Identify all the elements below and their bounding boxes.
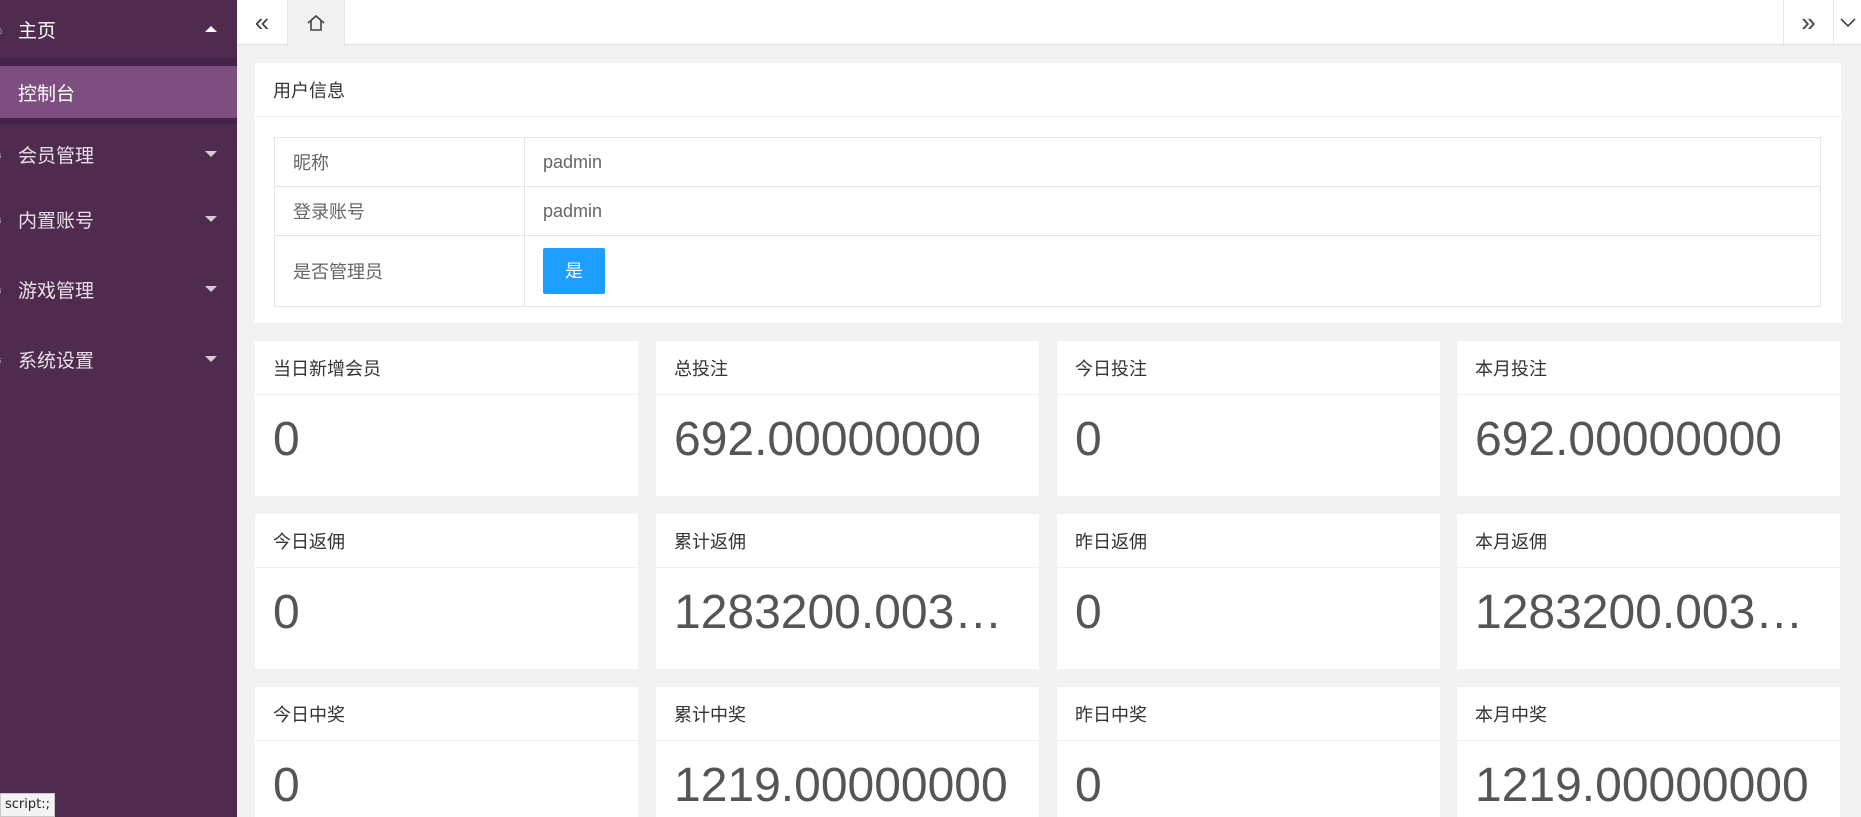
stat-card: 总投注 692.00000000 (656, 341, 1039, 496)
row-label: 昵称 (274, 137, 525, 187)
user-info-table: 昵称 padmin 登录账号 padmin 是否管理员 是 (274, 137, 1821, 307)
caret-down-icon (205, 286, 217, 292)
sidebar-item-settings[interactable]: ♁ 系统设置 (0, 324, 237, 394)
stat-card: 今日返佣 0 (255, 514, 638, 669)
sidebar-subitem-label: 控制台 (18, 83, 76, 105)
caret-down-icon (205, 356, 217, 362)
sidebar-item-label: 会员管理 (18, 145, 95, 167)
stat-label: 本月返佣 (1457, 514, 1840, 568)
sidebar-item-label: 内置账号 (18, 210, 95, 232)
stat-label: 本月投注 (1457, 341, 1840, 395)
scroll-tabs-left-button[interactable]: « (237, 0, 287, 45)
stat-card: 昨日中奖 0 (1057, 687, 1440, 817)
users-icon: ♁ (0, 212, 8, 226)
table-row: 登录账号 padmin (274, 186, 1821, 236)
tab-bar: « » (237, 0, 1861, 45)
tab-home[interactable] (287, 0, 345, 45)
tab-menu-button[interactable] (1833, 0, 1861, 45)
stat-value: 692.00000000 (1475, 413, 1782, 466)
stat-value: 0 (273, 759, 300, 812)
scroll-tabs-right-button[interactable]: » (1783, 0, 1833, 45)
stat-label: 总投注 (656, 341, 1039, 395)
row-value-cell: 是 (524, 235, 1821, 307)
home-icon: ⌂ (0, 22, 8, 36)
stat-label: 今日投注 (1057, 341, 1440, 395)
stat-value: 0 (273, 413, 300, 466)
stat-value: 1283200.0032… (1475, 586, 1825, 639)
row-value: padmin (524, 186, 1821, 236)
stat-label: 累计返佣 (656, 514, 1039, 568)
stat-card: 今日中奖 0 (255, 687, 638, 817)
caret-down-icon (205, 216, 217, 222)
stat-label: 今日返佣 (255, 514, 638, 568)
settings-icon: ♁ (0, 352, 8, 366)
double-chevron-right-icon: » (1801, 7, 1816, 37)
sidebar-item-label: 系统设置 (18, 350, 95, 372)
sidebar-item-label: 主页 (18, 20, 57, 42)
admin-status-button[interactable]: 是 (543, 248, 605, 294)
stat-card: 本月投注 692.00000000 (1457, 341, 1840, 496)
stat-label: 累计中奖 (656, 687, 1039, 741)
user-info-card: 用户信息 昵称 padmin 登录账号 padmin 是否管理员 是 (255, 63, 1841, 323)
stat-value: 0 (273, 586, 300, 639)
sidebar-item-games[interactable]: ♁ 游戏管理 (0, 254, 237, 324)
stat-card: 本月中奖 1219.00000000 (1457, 687, 1840, 817)
stat-card: 今日投注 0 (1057, 341, 1440, 496)
stat-card: 当日新增会员 0 (255, 341, 638, 496)
sidebar-item-home[interactable]: ⌂ 主页 (0, 0, 237, 58)
stat-value: 0 (1075, 413, 1102, 466)
sidebar-item-console[interactable]: 控制台 (0, 66, 237, 118)
sidebar: ⌂ 主页 控制台 ♁ 会员管理 ♁ 内置账号 ♁ 游戏管理 ♁ 系统设置 (0, 0, 237, 817)
chevron-down-icon (1839, 17, 1856, 27)
stat-label: 昨日中奖 (1057, 687, 1440, 741)
row-label: 登录账号 (274, 186, 525, 236)
caret-down-icon (205, 151, 217, 157)
sidebar-item-members[interactable]: ♁ 会员管理 (0, 124, 237, 184)
stat-label: 当日新增会员 (255, 341, 638, 395)
double-chevron-left-icon: « (254, 7, 270, 37)
row-value: padmin (524, 137, 1821, 187)
home-icon (307, 14, 325, 31)
stat-value: 0 (1075, 586, 1102, 639)
caret-up-icon (205, 26, 217, 32)
stat-card: 本月返佣 1283200.0032… (1457, 514, 1840, 669)
stat-value: 692.00000000 (674, 413, 981, 466)
stat-value: 0 (1075, 759, 1102, 812)
stat-value: 1219.00000000 (1475, 759, 1809, 812)
stat-value: 1219.00000000 (674, 759, 1008, 812)
row-label: 是否管理员 (274, 235, 525, 307)
table-row: 昵称 padmin (274, 137, 1821, 187)
users-icon: ♁ (0, 147, 8, 161)
table-row: 是否管理员 是 (274, 235, 1821, 307)
stat-card: 累计中奖 1219.00000000 (656, 687, 1039, 817)
users-icon: ♁ (0, 282, 8, 296)
sidebar-item-builtin-accounts[interactable]: ♁ 内置账号 (0, 184, 237, 254)
stat-value: 1283200.0032… (674, 586, 1024, 639)
stat-card: 昨日返佣 0 (1057, 514, 1440, 669)
stat-label: 本月中奖 (1457, 687, 1840, 741)
status-bar-tooltip: script:; (0, 793, 55, 817)
main-content: 用户信息 昵称 padmin 登录账号 padmin 是否管理员 是 当日新增会… (237, 45, 1861, 817)
stat-label: 昨日返佣 (1057, 514, 1440, 568)
sidebar-item-label: 游戏管理 (18, 280, 95, 302)
card-title: 用户信息 (255, 63, 1841, 117)
stat-card: 累计返佣 1283200.0032… (656, 514, 1039, 669)
stat-label: 今日中奖 (255, 687, 638, 741)
sidebar-submenu: 控制台 (0, 58, 237, 124)
